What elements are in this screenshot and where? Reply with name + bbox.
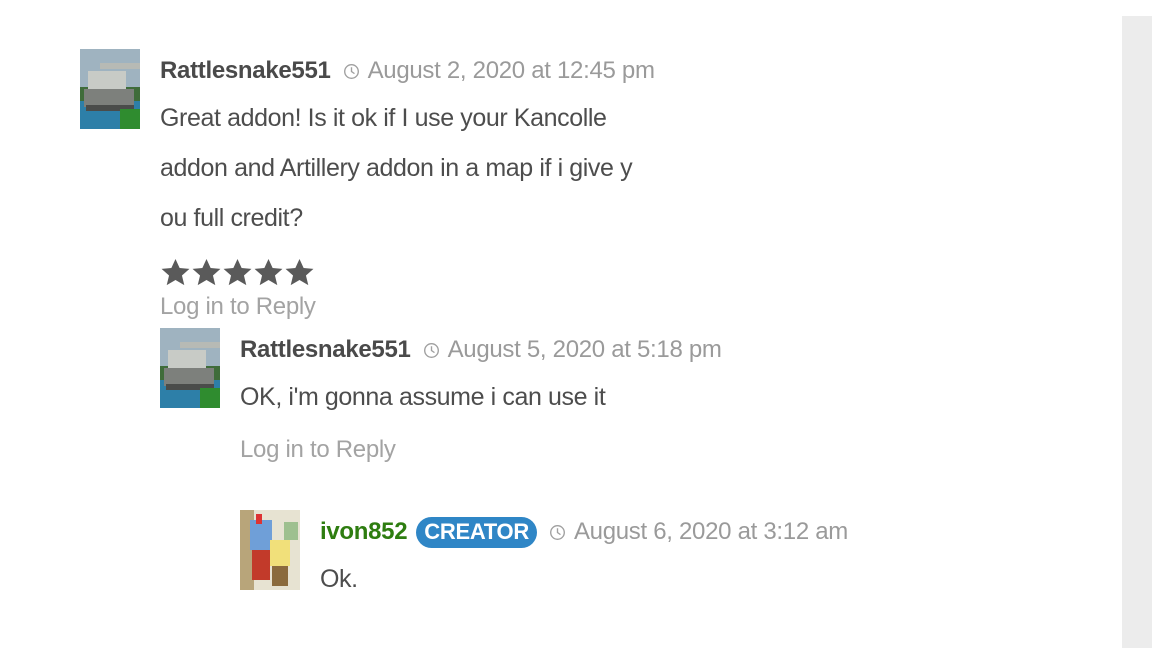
- comment-text: OK, i'm gonna assume i can use it: [240, 383, 606, 411]
- comment-date[interactable]: August 5, 2020 at 5:18 pm: [448, 336, 722, 364]
- clock-icon: [423, 342, 439, 358]
- comment-content: ivon852 CREATOR August 6, 2020 at 3:12 a…: [320, 510, 848, 604]
- clock-icon: [549, 524, 565, 540]
- scrollbar-track[interactable]: [1122, 16, 1152, 648]
- star-icon: [223, 258, 252, 285]
- comment-date[interactable]: August 2, 2020 at 12:45 pm: [368, 57, 655, 85]
- avatar[interactable]: [160, 328, 220, 408]
- star-icon: [254, 258, 283, 285]
- star-icon: [285, 258, 314, 285]
- comment-meta: Rattlesnake551 August 5, 2020 at 5:18 pm: [240, 328, 722, 372]
- avatar[interactable]: [240, 510, 300, 590]
- author-name[interactable]: Rattlesnake551: [160, 57, 331, 85]
- comment-meta: Rattlesnake551 August 2, 2020 at 12:45 p…: [160, 49, 655, 93]
- reply-link[interactable]: Log in to Reply: [240, 436, 396, 463]
- comment-meta: ivon852 CREATOR August 6, 2020 at 3:12 a…: [320, 510, 848, 554]
- creator-badge: CREATOR: [416, 516, 537, 548]
- comment-content: Rattlesnake551 August 2, 2020 at 12:45 p…: [160, 49, 655, 321]
- tank-avatar-icon: [160, 328, 220, 408]
- star-rating: [160, 251, 655, 293]
- star-icon: [192, 258, 221, 285]
- avatar[interactable]: [80, 49, 140, 129]
- author-name[interactable]: Rattlesnake551: [240, 336, 411, 364]
- comment-text-continued: ou full credit?: [160, 204, 303, 232]
- cartoon-avatar-icon: [240, 510, 300, 590]
- comment-content: Rattlesnake551 August 5, 2020 at 5:18 pm…: [240, 328, 722, 464]
- author-name[interactable]: ivon852: [320, 518, 408, 546]
- comment-text: Ok.: [320, 565, 358, 593]
- star-icon: [161, 258, 190, 285]
- reply-link[interactable]: Log in to Reply: [160, 293, 316, 320]
- clock-icon: [343, 63, 359, 79]
- comment-text: Great addon! Is it ok if I use your Kanc…: [160, 104, 633, 182]
- comment-date[interactable]: August 6, 2020 at 3:12 am: [574, 518, 848, 546]
- tank-avatar-icon: [80, 49, 140, 129]
